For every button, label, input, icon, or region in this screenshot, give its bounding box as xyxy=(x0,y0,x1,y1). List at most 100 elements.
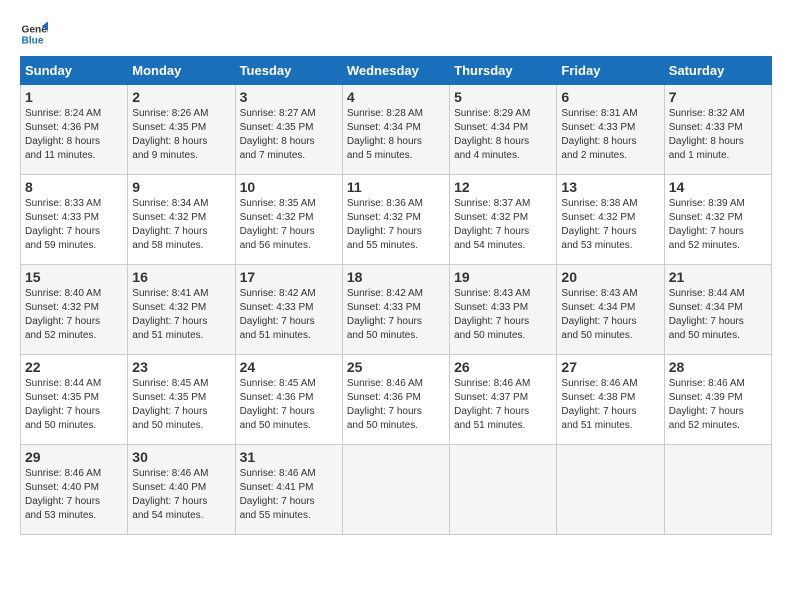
day-info: Sunrise: 8:27 AM Sunset: 4:35 PM Dayligh… xyxy=(240,107,338,163)
day-number: 9 xyxy=(132,179,230,195)
day-number: 17 xyxy=(240,269,338,285)
logo-icon: General Blue xyxy=(20,20,48,48)
day-info: Sunrise: 8:31 AM Sunset: 4:33 PM Dayligh… xyxy=(561,107,659,163)
day-number: 23 xyxy=(132,359,230,375)
day-info: Sunrise: 8:42 AM Sunset: 4:33 PM Dayligh… xyxy=(240,287,338,343)
day-cell: 26 Sunrise: 8:46 AM Sunset: 4:37 PM Dayli… xyxy=(450,355,557,445)
col-header-friday: Friday xyxy=(557,57,664,85)
day-cell: 7 Sunrise: 8:32 AM Sunset: 4:33 PM Daylig… xyxy=(664,85,771,175)
day-info: Sunrise: 8:28 AM Sunset: 4:34 PM Dayligh… xyxy=(347,107,445,163)
day-number: 28 xyxy=(669,359,767,375)
day-cell: 14 Sunrise: 8:39 AM Sunset: 4:32 PM Dayli… xyxy=(664,175,771,265)
day-number: 18 xyxy=(347,269,445,285)
day-cell: 13 Sunrise: 8:38 AM Sunset: 4:32 PM Dayli… xyxy=(557,175,664,265)
calendar-table: SundayMondayTuesdayWednesdayThursdayFrid… xyxy=(20,56,772,535)
header-row: SundayMondayTuesdayWednesdayThursdayFrid… xyxy=(21,57,772,85)
day-info: Sunrise: 8:38 AM Sunset: 4:32 PM Dayligh… xyxy=(561,197,659,253)
day-cell: 16 Sunrise: 8:41 AM Sunset: 4:32 PM Dayli… xyxy=(128,265,235,355)
day-cell: 20 Sunrise: 8:43 AM Sunset: 4:34 PM Dayli… xyxy=(557,265,664,355)
day-cell: 3 Sunrise: 8:27 AM Sunset: 4:35 PM Daylig… xyxy=(235,85,342,175)
day-number: 7 xyxy=(669,89,767,105)
day-number: 22 xyxy=(25,359,123,375)
week-row-5: 29 Sunrise: 8:46 AM Sunset: 4:40 PM Dayli… xyxy=(21,445,772,535)
day-cell: 5 Sunrise: 8:29 AM Sunset: 4:34 PM Daylig… xyxy=(450,85,557,175)
day-cell: 24 Sunrise: 8:45 AM Sunset: 4:36 PM Dayli… xyxy=(235,355,342,445)
day-number: 24 xyxy=(240,359,338,375)
day-cell: 21 Sunrise: 8:44 AM Sunset: 4:34 PM Dayli… xyxy=(664,265,771,355)
day-number: 31 xyxy=(240,449,338,465)
day-info: Sunrise: 8:44 AM Sunset: 4:34 PM Dayligh… xyxy=(669,287,767,343)
day-cell: 9 Sunrise: 8:34 AM Sunset: 4:32 PM Daylig… xyxy=(128,175,235,265)
day-info: Sunrise: 8:39 AM Sunset: 4:32 PM Dayligh… xyxy=(669,197,767,253)
day-info: Sunrise: 8:40 AM Sunset: 4:32 PM Dayligh… xyxy=(25,287,123,343)
day-cell: 23 Sunrise: 8:45 AM Sunset: 4:35 PM Dayli… xyxy=(128,355,235,445)
day-number: 11 xyxy=(347,179,445,195)
day-info: Sunrise: 8:33 AM Sunset: 4:33 PM Dayligh… xyxy=(25,197,123,253)
day-cell: 12 Sunrise: 8:37 AM Sunset: 4:32 PM Dayli… xyxy=(450,175,557,265)
day-info: Sunrise: 8:41 AM Sunset: 4:32 PM Dayligh… xyxy=(132,287,230,343)
day-info: Sunrise: 8:29 AM Sunset: 4:34 PM Dayligh… xyxy=(454,107,552,163)
day-cell: 28 Sunrise: 8:46 AM Sunset: 4:39 PM Dayli… xyxy=(664,355,771,445)
day-number: 12 xyxy=(454,179,552,195)
logo: General Blue xyxy=(20,20,52,48)
col-header-tuesday: Tuesday xyxy=(235,57,342,85)
day-number: 16 xyxy=(132,269,230,285)
day-info: Sunrise: 8:45 AM Sunset: 4:35 PM Dayligh… xyxy=(132,377,230,433)
day-number: 29 xyxy=(25,449,123,465)
day-cell: 22 Sunrise: 8:44 AM Sunset: 4:35 PM Dayli… xyxy=(21,355,128,445)
day-number: 27 xyxy=(561,359,659,375)
day-cell xyxy=(664,445,771,535)
day-number: 6 xyxy=(561,89,659,105)
day-cell: 17 Sunrise: 8:42 AM Sunset: 4:33 PM Dayli… xyxy=(235,265,342,355)
day-number: 25 xyxy=(347,359,445,375)
col-header-sunday: Sunday xyxy=(21,57,128,85)
day-number: 20 xyxy=(561,269,659,285)
day-number: 4 xyxy=(347,89,445,105)
day-info: Sunrise: 8:46 AM Sunset: 4:37 PM Dayligh… xyxy=(454,377,552,433)
day-info: Sunrise: 8:42 AM Sunset: 4:33 PM Dayligh… xyxy=(347,287,445,343)
day-number: 26 xyxy=(454,359,552,375)
day-cell: 29 Sunrise: 8:46 AM Sunset: 4:40 PM Dayli… xyxy=(21,445,128,535)
day-cell: 6 Sunrise: 8:31 AM Sunset: 4:33 PM Daylig… xyxy=(557,85,664,175)
day-number: 21 xyxy=(669,269,767,285)
day-number: 13 xyxy=(561,179,659,195)
week-row-3: 15 Sunrise: 8:40 AM Sunset: 4:32 PM Dayli… xyxy=(21,265,772,355)
day-cell: 11 Sunrise: 8:36 AM Sunset: 4:32 PM Dayli… xyxy=(342,175,449,265)
day-info: Sunrise: 8:45 AM Sunset: 4:36 PM Dayligh… xyxy=(240,377,338,433)
day-info: Sunrise: 8:37 AM Sunset: 4:32 PM Dayligh… xyxy=(454,197,552,253)
day-info: Sunrise: 8:32 AM Sunset: 4:33 PM Dayligh… xyxy=(669,107,767,163)
day-number: 14 xyxy=(669,179,767,195)
day-cell: 15 Sunrise: 8:40 AM Sunset: 4:32 PM Dayli… xyxy=(21,265,128,355)
day-number: 19 xyxy=(454,269,552,285)
day-info: Sunrise: 8:46 AM Sunset: 4:39 PM Dayligh… xyxy=(669,377,767,433)
day-cell: 18 Sunrise: 8:42 AM Sunset: 4:33 PM Dayli… xyxy=(342,265,449,355)
day-info: Sunrise: 8:34 AM Sunset: 4:32 PM Dayligh… xyxy=(132,197,230,253)
day-info: Sunrise: 8:26 AM Sunset: 4:35 PM Dayligh… xyxy=(132,107,230,163)
page-header: General Blue xyxy=(20,20,772,48)
day-cell: 27Sunrise: 8:46 AM Sunset: 4:38 PM Dayli… xyxy=(557,355,664,445)
week-row-1: 1Sunrise: 8:24 AM Sunset: 4:36 PM Daylig… xyxy=(21,85,772,175)
day-number: 15 xyxy=(25,269,123,285)
day-info: Sunrise: 8:43 AM Sunset: 4:33 PM Dayligh… xyxy=(454,287,552,343)
svg-text:Blue: Blue xyxy=(22,35,44,46)
day-cell: 4 Sunrise: 8:28 AM Sunset: 4:34 PM Daylig… xyxy=(342,85,449,175)
col-header-monday: Monday xyxy=(128,57,235,85)
day-info: Sunrise: 8:44 AM Sunset: 4:35 PM Dayligh… xyxy=(25,377,123,433)
day-info: Sunrise: 8:46 AM Sunset: 4:40 PM Dayligh… xyxy=(25,467,123,523)
day-number: 2 xyxy=(132,89,230,105)
day-cell: 25Sunrise: 8:46 AM Sunset: 4:36 PM Dayli… xyxy=(342,355,449,445)
day-cell xyxy=(342,445,449,535)
week-row-2: 8Sunrise: 8:33 AM Sunset: 4:33 PM Daylig… xyxy=(21,175,772,265)
day-number: 5 xyxy=(454,89,552,105)
day-info: Sunrise: 8:46 AM Sunset: 4:41 PM Dayligh… xyxy=(240,467,338,523)
day-info: Sunrise: 8:46 AM Sunset: 4:40 PM Dayligh… xyxy=(132,467,230,523)
day-info: Sunrise: 8:36 AM Sunset: 4:32 PM Dayligh… xyxy=(347,197,445,253)
day-cell xyxy=(450,445,557,535)
day-cell: 31 Sunrise: 8:46 AM Sunset: 4:41 PM Dayli… xyxy=(235,445,342,535)
day-info: Sunrise: 8:35 AM Sunset: 4:32 PM Dayligh… xyxy=(240,197,338,253)
day-number: 10 xyxy=(240,179,338,195)
day-info: Sunrise: 8:43 AM Sunset: 4:34 PM Dayligh… xyxy=(561,287,659,343)
col-header-thursday: Thursday xyxy=(450,57,557,85)
day-number: 3 xyxy=(240,89,338,105)
day-info: Sunrise: 8:24 AM Sunset: 4:36 PM Dayligh… xyxy=(25,107,123,163)
